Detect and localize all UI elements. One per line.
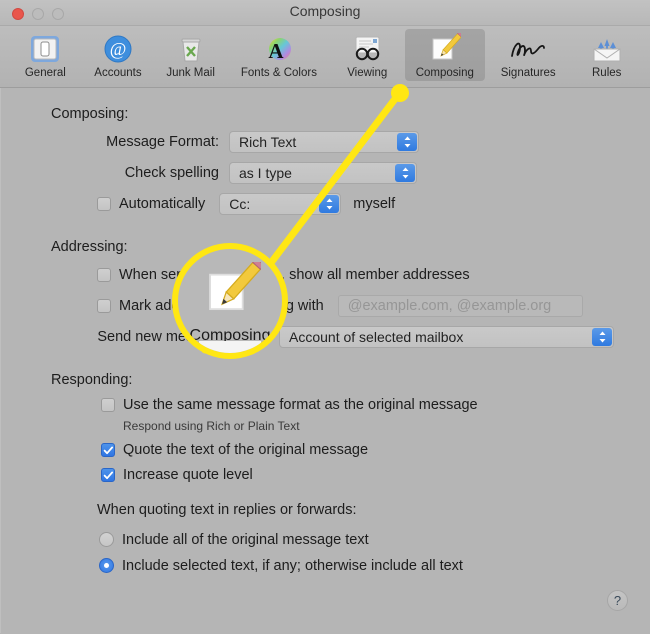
mark-addresses-checkbox[interactable] [97,298,111,313]
mark-addresses-placeholder: @example.com, @example.org [347,297,552,314]
auto-cc-suffix: myself [353,195,396,212]
auto-cc-field-select[interactable]: Cc: [219,192,342,215]
group-addresses-checkbox[interactable] [97,267,111,282]
group-addresses-label: When sending to a group, show all member… [119,266,470,283]
toolbar-label-signatures: Signatures [500,67,556,79]
help-button[interactable]: ? [607,590,628,611]
message-format-label: Message Format: [106,133,219,150]
auto-cc-label: Automatically [119,195,206,212]
composing-pencil-icon [429,32,461,66]
same-format-checkbox[interactable] [101,398,115,412]
junk-mail-trash-icon [176,32,206,66]
same-format-row: Use the same message format as the origi… [1,394,650,416]
same-format-sublabel: Respond using Rich or Plain Text [123,419,300,433]
toolbar-item-accounts[interactable]: @ Accounts [83,29,154,81]
responding-section-heading: Responding: [51,372,133,388]
chevron-updown-icon [395,163,415,182]
toolbar-item-composing[interactable]: Composing [404,29,485,81]
message-format-row: Message Format: Rich Text [1,128,650,155]
toolbar-label-rules: Rules [592,67,622,79]
toolbar-label-viewing: Viewing [347,67,388,79]
toolbar-item-viewing[interactable]: Viewing [332,29,403,81]
toolbar-label-fonts-colors: Fonts & Colors [240,67,317,79]
callout-magnifier: Composing [172,243,288,359]
magnifier-bottom-strip [199,341,261,353]
chevron-updown-icon [319,194,340,213]
mark-addresses-domains-input[interactable]: @example.com, @example.org [337,294,583,317]
svg-text:@: @ [110,39,127,59]
increase-quote-label: Increase quote level [123,467,253,483]
message-format-value: Rich Text [239,133,297,150]
check-spelling-label: Check spelling [124,164,219,181]
same-format-label: Use the same message format as the origi… [123,397,478,413]
send-new-from-select[interactable]: Account of selected mailbox [279,325,614,348]
check-spelling-row: Check spelling as I type [1,159,650,186]
toolbar-label-general: General [24,67,66,79]
increase-quote-row: Increase quote level [1,463,650,487]
toolbar-label-composing: Composing [415,67,474,79]
magnified-composing-pencil-icon [199,257,265,325]
auto-cc-field-value: Cc: [229,195,251,212]
auto-cc-checkbox[interactable] [97,196,111,211]
mark-addresses-row: Mark addresses not ending with @example.… [1,292,650,319]
increase-quote-checkbox[interactable] [101,468,115,482]
window-titlebar: Composing [0,0,650,26]
preferences-window: Composing General @ Accounts Junk Mail A… [0,0,650,634]
rules-envelope-icon [590,32,624,66]
viewing-glasses-icon [351,32,383,66]
quoting-heading: When quoting text in replies or forwards… [97,502,357,518]
toolbar-item-rules[interactable]: Rules [571,29,642,81]
window-title: Composing [289,3,361,19]
toolbar-item-signatures[interactable]: Signatures [487,29,569,81]
quote-text-checkbox[interactable] [101,443,115,457]
quote-text-row: Quote the text of the original message [1,438,650,462]
quote-radio-all[interactable] [99,532,114,547]
toolbar-item-general[interactable]: General [10,29,81,81]
chevron-updown-icon [592,327,612,346]
send-new-from-row: Send new messages from: Account of selec… [1,323,650,350]
fonts-colors-icon: A [264,32,294,66]
check-spelling-select[interactable]: as I type [229,161,417,184]
composing-section-heading: Composing: [51,106,129,122]
preferences-toolbar: General @ Accounts Junk Mail A Fonts & C… [0,26,650,88]
addressing-section-heading: Addressing: [51,239,128,255]
quote-radio-all-label: Include all of the original message text [122,531,369,548]
general-icon [30,32,60,66]
same-format-sublabel-row: Respond using Rich or Plain Text [1,416,650,436]
quote-radio-selected[interactable] [99,558,114,573]
toolbar-label-accounts: Accounts [94,67,142,79]
quote-radio-selected-label: Include selected text, if any; otherwise… [122,557,463,574]
radio-dot-icon [104,563,109,568]
toolbar-item-fonts-colors[interactable]: A Fonts & Colors [228,29,330,81]
quote-radio-selected-row: Include selected text, if any; otherwise… [1,553,650,578]
send-new-from-value: Account of selected mailbox [289,328,464,345]
group-addresses-row: When sending to a group, show all member… [1,261,650,288]
composing-preferences-pane: Composing: Message Format: Rich Text Che… [0,88,650,633]
accounts-at-icon: @ [103,32,133,66]
auto-cc-row: Automatically Cc: myself [1,190,650,217]
quote-text-label: Quote the text of the original message [123,442,369,458]
svg-text:A: A [268,39,284,63]
help-button-label: ? [613,593,622,608]
toolbar-label-junk-mail: Junk Mail [166,67,215,79]
quote-radio-all-row: Include all of the original message text [1,527,650,552]
check-spelling-value: as I type [239,164,292,181]
quoting-heading-row: When quoting text in replies or forwards… [1,495,650,525]
toolbar-item-junk-mail[interactable]: Junk Mail [155,29,226,81]
message-format-select[interactable]: Rich Text [229,130,419,153]
signature-icon [508,32,548,66]
chevron-updown-icon [397,132,417,151]
